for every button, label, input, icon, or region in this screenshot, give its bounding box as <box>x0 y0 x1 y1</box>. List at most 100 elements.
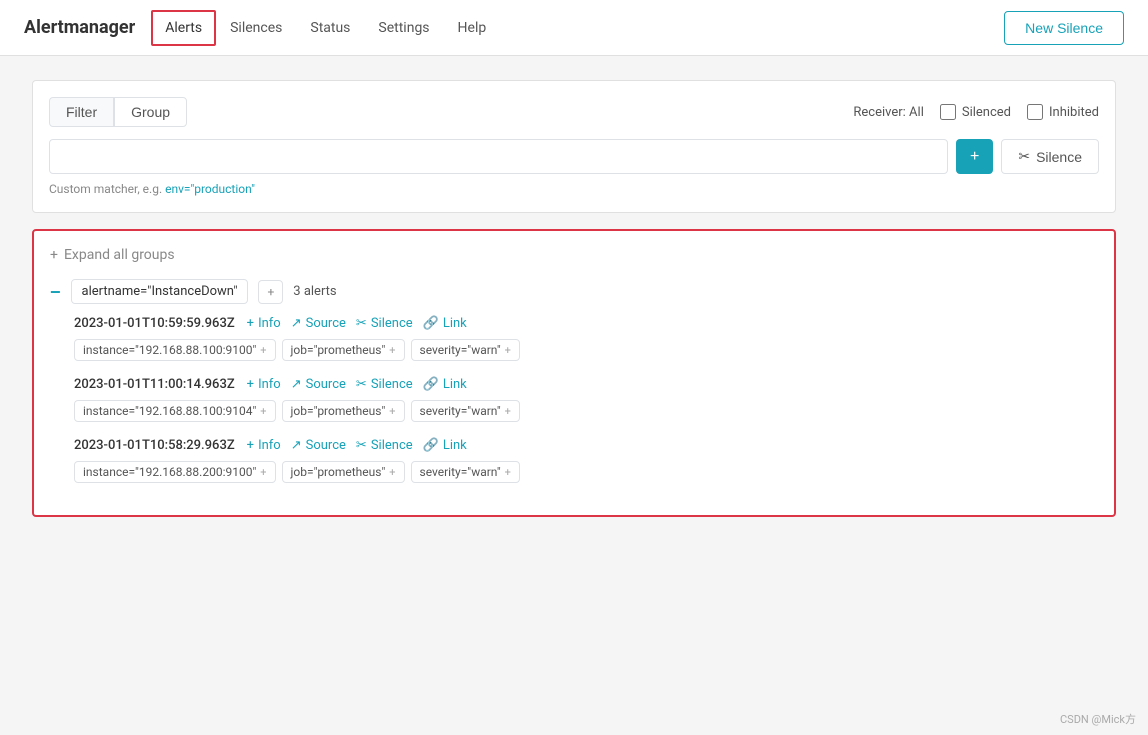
alert-timestamp-3: 2023-01-01T10:58:29.963Z <box>74 438 235 453</box>
filter-options: Receiver: All Silenced Inhibited <box>853 104 1099 120</box>
silence-link-3[interactable]: ✂ Silence <box>356 438 413 453</box>
link-icon-1: 🔗 <box>423 316 439 331</box>
silence-link-1[interactable]: ✂ Silence <box>356 316 413 331</box>
alert-item: 2023-01-01T10:59:59.963Z + Info ↗ Source… <box>50 316 1098 361</box>
source-icon-1: ↗ <box>291 316 302 331</box>
source-icon-3: ↗ <box>291 438 302 453</box>
expand-all-label: Expand all groups <box>64 247 175 263</box>
alerts-count: 3 alerts <box>293 284 336 299</box>
group-tag-add-button[interactable]: + <box>258 280 283 304</box>
navbar-right: New Silence <box>1004 11 1124 45</box>
source-link-1[interactable]: ↗ Source <box>291 316 346 331</box>
tab-filter[interactable]: Filter <box>49 97 114 127</box>
label-add-1-1[interactable]: + <box>389 344 395 357</box>
hint-text: Custom matcher, e.g. <box>49 182 162 196</box>
link-link-3[interactable]: 🔗 Link <box>423 438 467 453</box>
inhibited-checkbox[interactable] <box>1027 104 1043 120</box>
source-icon-2: ↗ <box>291 377 302 392</box>
link-label-2: Link <box>443 377 467 392</box>
plus-info-icon-3: + <box>247 438 254 453</box>
label-add-2-0[interactable]: + <box>260 405 266 418</box>
search-input[interactable] <box>49 139 948 174</box>
silenced-checkbox[interactable] <box>940 104 956 120</box>
alert-item-header-2: 2023-01-01T11:00:14.963Z + Info ↗ Source… <box>74 377 1098 392</box>
label-tag-3-1: job="prometheus" + <box>282 461 405 483</box>
alerts-panel: + Expand all groups − alertname="Instanc… <box>32 229 1116 517</box>
label-tag-2-2: severity="warn" + <box>411 400 520 422</box>
plus-info-icon-1: + <box>247 316 254 331</box>
alert-group-header: − alertname="InstanceDown" + 3 alerts <box>50 279 1098 304</box>
label-tag-2-0: instance="192.168.88.100:9104" + <box>74 400 276 422</box>
alert-actions-1: + Info ↗ Source ✂ Silence 🔗 <box>247 316 467 331</box>
label-tag-3-2: severity="warn" + <box>411 461 520 483</box>
silence-action-label-2: Silence <box>371 377 413 392</box>
label-add-3-1[interactable]: + <box>389 466 395 479</box>
hint-example[interactable]: env="production" <box>165 182 255 196</box>
tab-group: Filter Group <box>49 97 187 127</box>
receiver-label: Receiver: All <box>853 105 923 120</box>
link-link-2[interactable]: 🔗 Link <box>423 377 467 392</box>
source-label-1: Source <box>306 316 346 331</box>
silence-button[interactable]: ✂ Silence <box>1001 139 1099 174</box>
silenced-checkbox-label[interactable]: Silenced <box>940 104 1011 120</box>
silence-link-2[interactable]: ✂ Silence <box>356 377 413 392</box>
label-tag-1-1: job="prometheus" + <box>282 339 405 361</box>
link-icon-3: 🔗 <box>423 438 439 453</box>
add-matcher-button[interactable]: + <box>956 139 993 174</box>
nav-help[interactable]: Help <box>444 10 501 46</box>
alert-item-header-3: 2023-01-01T10:58:29.963Z + Info ↗ Source… <box>74 438 1098 453</box>
watermark: CSDN @Mick方 <box>1060 711 1136 727</box>
link-label-3: Link <box>443 438 467 453</box>
alert-actions-3: + Info ↗ Source ✂ Silence 🔗 <box>247 438 467 453</box>
info-label-1: Info <box>258 316 281 331</box>
label-add-1-2[interactable]: + <box>505 344 511 357</box>
nav-settings[interactable]: Settings <box>364 10 443 46</box>
nav-silences[interactable]: Silences <box>216 10 296 46</box>
alert-labels-3: instance="192.168.88.200:9100" + job="pr… <box>74 461 1098 483</box>
expand-all-button[interactable]: + Expand all groups <box>50 247 1098 263</box>
alert-labels-1: instance="192.168.88.100:9100" + job="pr… <box>74 339 1098 361</box>
label-tag-1-2: severity="warn" + <box>411 339 520 361</box>
collapse-group-button[interactable]: − <box>50 283 61 301</box>
silence-button-label: Silence <box>1036 149 1082 165</box>
inhibited-checkbox-label[interactable]: Inhibited <box>1027 104 1099 120</box>
alert-item-2: 2023-01-01T11:00:14.963Z + Info ↗ Source… <box>50 377 1098 422</box>
search-hint: Custom matcher, e.g. env="production" <box>49 182 1099 196</box>
filter-panel: Filter Group Receiver: All Silenced Inhi… <box>32 80 1116 213</box>
group-tag: alertname="InstanceDown" <box>71 279 249 304</box>
brand-title: Alertmanager <box>24 17 135 38</box>
label-add-2-1[interactable]: + <box>389 405 395 418</box>
silence-action-icon-2: ✂ <box>356 377 367 392</box>
inhibited-label: Inhibited <box>1049 105 1099 120</box>
nav-links: Alerts Silences Status Settings Help <box>151 10 1004 46</box>
silence-action-icon-3: ✂ <box>356 438 367 453</box>
label-add-1-0[interactable]: + <box>260 344 266 357</box>
nav-status[interactable]: Status <box>296 10 364 46</box>
alert-item-3: 2023-01-01T10:58:29.963Z + Info ↗ Source… <box>50 438 1098 483</box>
alert-timestamp-1: 2023-01-01T10:59:59.963Z <box>74 316 235 331</box>
silence-action-label-3: Silence <box>371 438 413 453</box>
alert-labels-2: instance="192.168.88.100:9104" + job="pr… <box>74 400 1098 422</box>
alert-item-header-1: 2023-01-01T10:59:59.963Z + Info ↗ Source… <box>74 316 1098 331</box>
link-link-1[interactable]: 🔗 Link <box>423 316 467 331</box>
navbar: Alertmanager Alerts Silences Status Sett… <box>0 0 1148 56</box>
source-label-3: Source <box>306 438 346 453</box>
tab-group-btn[interactable]: Group <box>114 97 187 127</box>
silence-icon: ✂ <box>1018 148 1030 165</box>
info-link-3[interactable]: + Info <box>247 438 281 453</box>
source-link-3[interactable]: ↗ Source <box>291 438 346 453</box>
nav-alerts[interactable]: Alerts <box>151 10 216 46</box>
source-link-2[interactable]: ↗ Source <box>291 377 346 392</box>
alert-timestamp-2: 2023-01-01T11:00:14.963Z <box>74 377 235 392</box>
label-add-3-0[interactable]: + <box>260 466 266 479</box>
link-label-1: Link <box>443 316 467 331</box>
info-link-1[interactable]: + Info <box>247 316 281 331</box>
silence-action-label-1: Silence <box>371 316 413 331</box>
label-add-3-2[interactable]: + <box>505 466 511 479</box>
new-silence-button[interactable]: New Silence <box>1004 11 1124 45</box>
info-link-2[interactable]: + Info <box>247 377 281 392</box>
link-icon-2: 🔗 <box>423 377 439 392</box>
label-tag-2-1: job="prometheus" + <box>282 400 405 422</box>
silence-action-icon-1: ✂ <box>356 316 367 331</box>
label-add-2-2[interactable]: + <box>505 405 511 418</box>
